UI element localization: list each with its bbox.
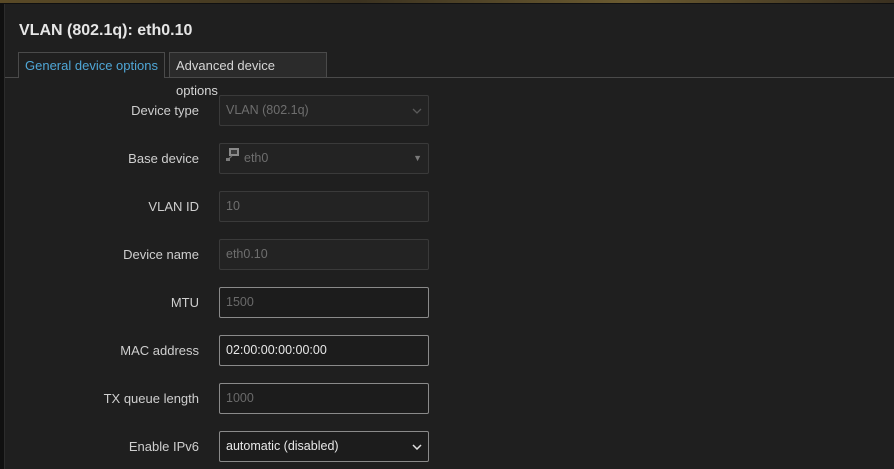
mac-address-input[interactable]: 02:00:00:00:00:00 [219, 335, 429, 366]
mtu-label: MTU [170, 295, 199, 310]
chevron-down-icon [412, 96, 422, 125]
device-type-select[interactable]: VLAN (802.1q) [219, 95, 429, 126]
tx-queue-length-label: TX queue length [103, 391, 199, 406]
enable-ipv6-select[interactable]: automatic (disabled) [219, 431, 429, 462]
base-device-label: Base device [128, 151, 199, 166]
mtu-placeholder: 1500 [226, 295, 254, 309]
device-type-label: Device type [131, 103, 199, 118]
dialog-title: VLAN (802.1q): eth0.10 [19, 22, 193, 39]
device-config-dialog: VLAN (802.1q): eth0.10 General device op… [4, 4, 894, 469]
tab-advanced-device-options[interactable]: Advanced device options [169, 52, 327, 98]
tx-queue-length-input[interactable]: 1000 [219, 383, 429, 414]
row-tx-queue-length: TX queue length 1000 [5, 383, 894, 414]
row-enable-ipv6: Enable IPv6 automatic (disabled) [5, 431, 894, 462]
enable-ipv6-label: Enable IPv6 [128, 439, 199, 454]
base-device-value: eth0 [244, 151, 269, 165]
row-mac-address: MAC address 02:00:00:00:00:00 [5, 335, 894, 366]
caret-down-icon: ▼ [413, 153, 422, 163]
row-mtu: MTU 1500 [5, 287, 894, 318]
base-device-dropdown[interactable]: eth0 ▼ [219, 143, 429, 174]
tab-general-device-options[interactable]: General device options [18, 52, 165, 78]
device-name-input[interactable]: eth0.10 [219, 239, 429, 270]
vlan-id-label: VLAN ID [148, 199, 199, 214]
row-device-name: Device name eth0.10 [5, 239, 894, 270]
ethernet-port-icon [226, 144, 240, 172]
tab-bar: General device options Advanced device o… [5, 52, 894, 98]
row-vlan-id: VLAN ID 10 [5, 191, 894, 222]
enable-ipv6-value: automatic (disabled) [226, 439, 339, 453]
backdrop-accent-strip [0, 0, 894, 3]
mac-address-label: MAC address [120, 343, 199, 358]
tx-queue-length-placeholder: 1000 [226, 391, 254, 405]
row-device-type: Device type VLAN (802.1q) [5, 95, 894, 126]
row-base-device: Base device eth0 ▼ [5, 143, 894, 174]
chevron-down-icon [412, 432, 422, 461]
vlan-id-input[interactable]: 10 [219, 191, 429, 222]
device-type-value: VLAN (802.1q) [226, 103, 309, 117]
device-name-label: Device name [123, 247, 199, 262]
mtu-input[interactable]: 1500 [219, 287, 429, 318]
